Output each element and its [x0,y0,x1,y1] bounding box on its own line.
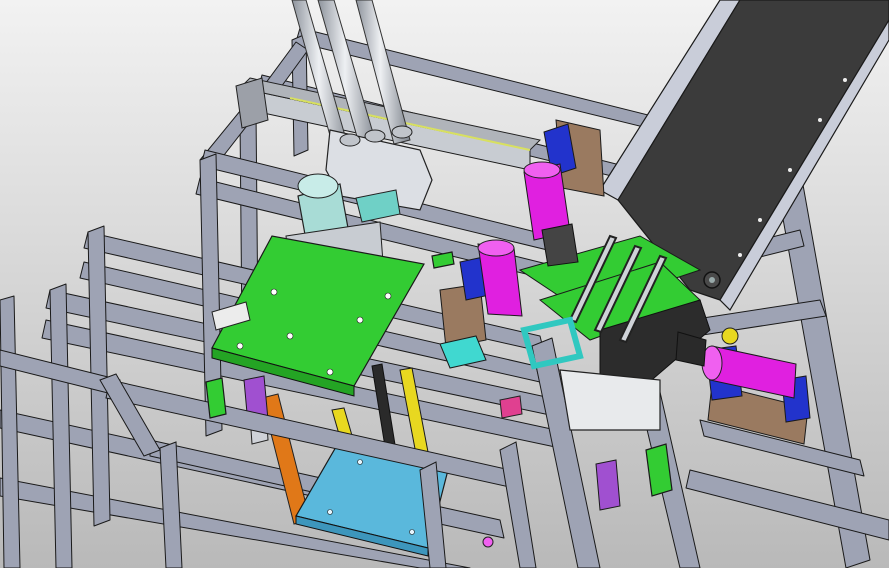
motor-left-cap [477,239,515,257]
small-pink-dot [482,536,494,548]
guide-bushing-3 [391,125,413,139]
linear-slide-endcap [235,77,269,129]
guide-bushing-1 [339,133,361,147]
purple-block-bottom [595,459,621,511]
pink-bits [499,395,523,419]
conveyor-housing-white [559,369,661,431]
cad-assembly-scene[interactable] [0,0,889,568]
motor-right-yellow-knob [721,327,739,345]
conveyor-roller-axle [709,277,715,283]
motor-center-shaft [541,223,579,267]
green-small-block [205,377,227,419]
motor-center-cap [523,161,561,179]
cylinder-cap [297,173,339,199]
cad-viewport[interactable] [0,0,889,568]
guide-bushing-2 [364,129,386,143]
